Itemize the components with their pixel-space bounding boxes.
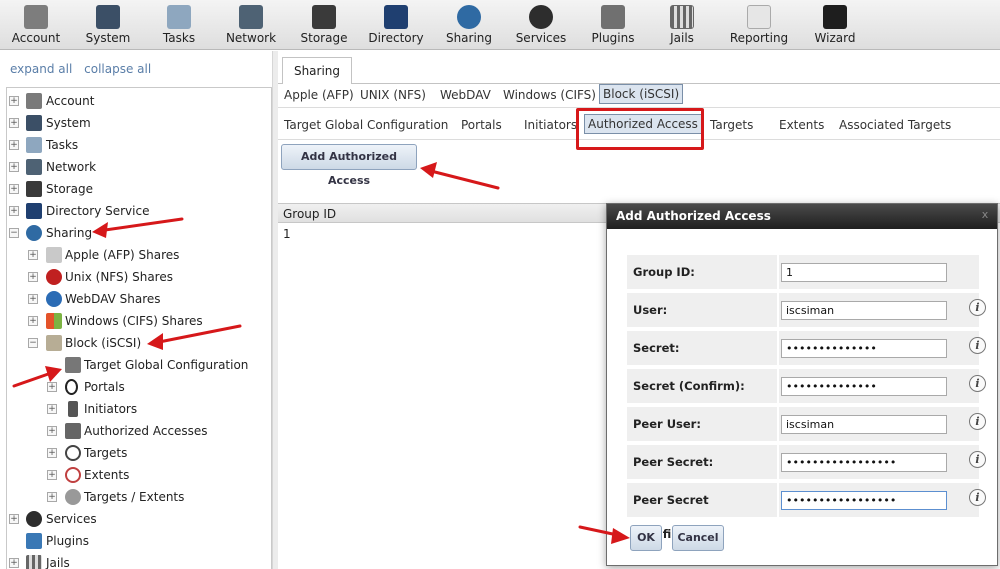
arrow-to-block-iscsi: [152, 324, 242, 345]
arrowhead-block-iscsi: [147, 333, 163, 350]
arrowhead-sharing: [92, 222, 108, 238]
app-window: Account System Tasks Network Storage Dir…: [0, 0, 1000, 569]
arrowhead-target-global: [45, 366, 62, 382]
arrowhead-add-button: [420, 162, 437, 178]
arrowhead-ok-button: [611, 528, 630, 544]
annotation-arrows: [12, 162, 630, 544]
arrow-to-sharing: [96, 217, 184, 233]
arrow-to-add-button: [425, 168, 500, 190]
